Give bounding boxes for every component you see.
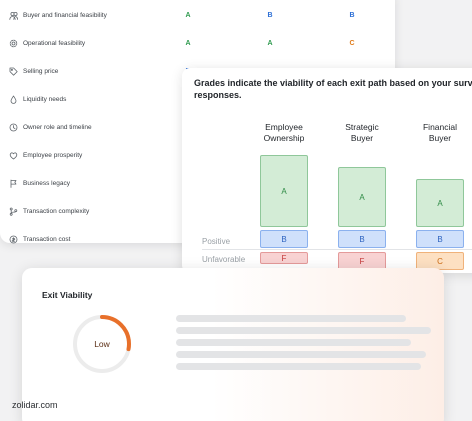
factor-label: Transaction complexity xyxy=(23,207,90,215)
drop-icon xyxy=(9,95,18,104)
skeleton-line xyxy=(176,339,411,346)
bar-segment-a: A xyxy=(338,167,386,227)
factor-grade: A xyxy=(185,39,191,47)
factor-grade: B xyxy=(349,11,355,19)
chart-description: Grades indicate the viability of each ex… xyxy=(194,78,472,100)
positive-divider xyxy=(202,249,472,250)
column-header: Employee Ownership xyxy=(263,122,305,143)
level-label-positive: Positive xyxy=(202,237,231,246)
factor-label: Employee prosperity xyxy=(23,151,83,159)
exit-viability-title: Exit Viability xyxy=(42,290,93,300)
skeleton-line xyxy=(176,363,421,370)
factor-grade: B xyxy=(267,11,273,19)
tag-icon xyxy=(9,67,18,76)
factor-grade: A xyxy=(185,11,191,19)
factor-label: Operational feasibility xyxy=(23,39,86,47)
column-header: Financial Buyer xyxy=(422,122,458,143)
exit-viability-card: Exit Viability Low xyxy=(22,268,444,421)
bar-segment-a: A xyxy=(416,179,464,227)
factor-grade: C xyxy=(349,39,355,47)
bar-segment-f: F xyxy=(260,252,308,264)
factor-row: Buyer and financial feasibility A B B xyxy=(0,5,395,25)
heart-icon xyxy=(9,151,18,160)
flag-icon xyxy=(9,179,18,188)
gear-icon xyxy=(9,39,18,48)
skeleton-line xyxy=(176,315,406,322)
factor-label: Selling price xyxy=(23,67,59,75)
clock-icon xyxy=(9,123,18,132)
skeleton-line xyxy=(176,327,431,334)
bar-segment-b: B xyxy=(260,230,308,248)
factor-label: Owner role and timeline xyxy=(23,123,92,131)
factor-label: Buyer and financial feasibility xyxy=(23,11,107,19)
factor-grade: A xyxy=(267,39,273,47)
skeleton-line xyxy=(176,351,426,358)
coin-icon xyxy=(9,235,18,244)
bar-segment-b: B xyxy=(416,230,464,248)
branch-icon xyxy=(9,207,18,216)
bar-segment-b: B xyxy=(338,230,386,248)
factor-label: Business legacy xyxy=(23,179,70,187)
column-header: Strategic Buyer xyxy=(345,122,379,143)
level-label-unfavorable: Unfavorable xyxy=(202,255,246,264)
bar-segment-a: A xyxy=(260,155,308,227)
viability-chart-card: Grades indicate the viability of each ex… xyxy=(182,68,472,273)
factor-label: Liquidity needs xyxy=(23,95,67,103)
gauge-label: Low xyxy=(94,339,110,349)
factor-label: Transaction cost xyxy=(23,235,71,243)
people-icon xyxy=(9,11,18,20)
brand-name: zolidar.com xyxy=(12,400,58,410)
factor-row: Operational feasibility A A C xyxy=(0,33,395,53)
